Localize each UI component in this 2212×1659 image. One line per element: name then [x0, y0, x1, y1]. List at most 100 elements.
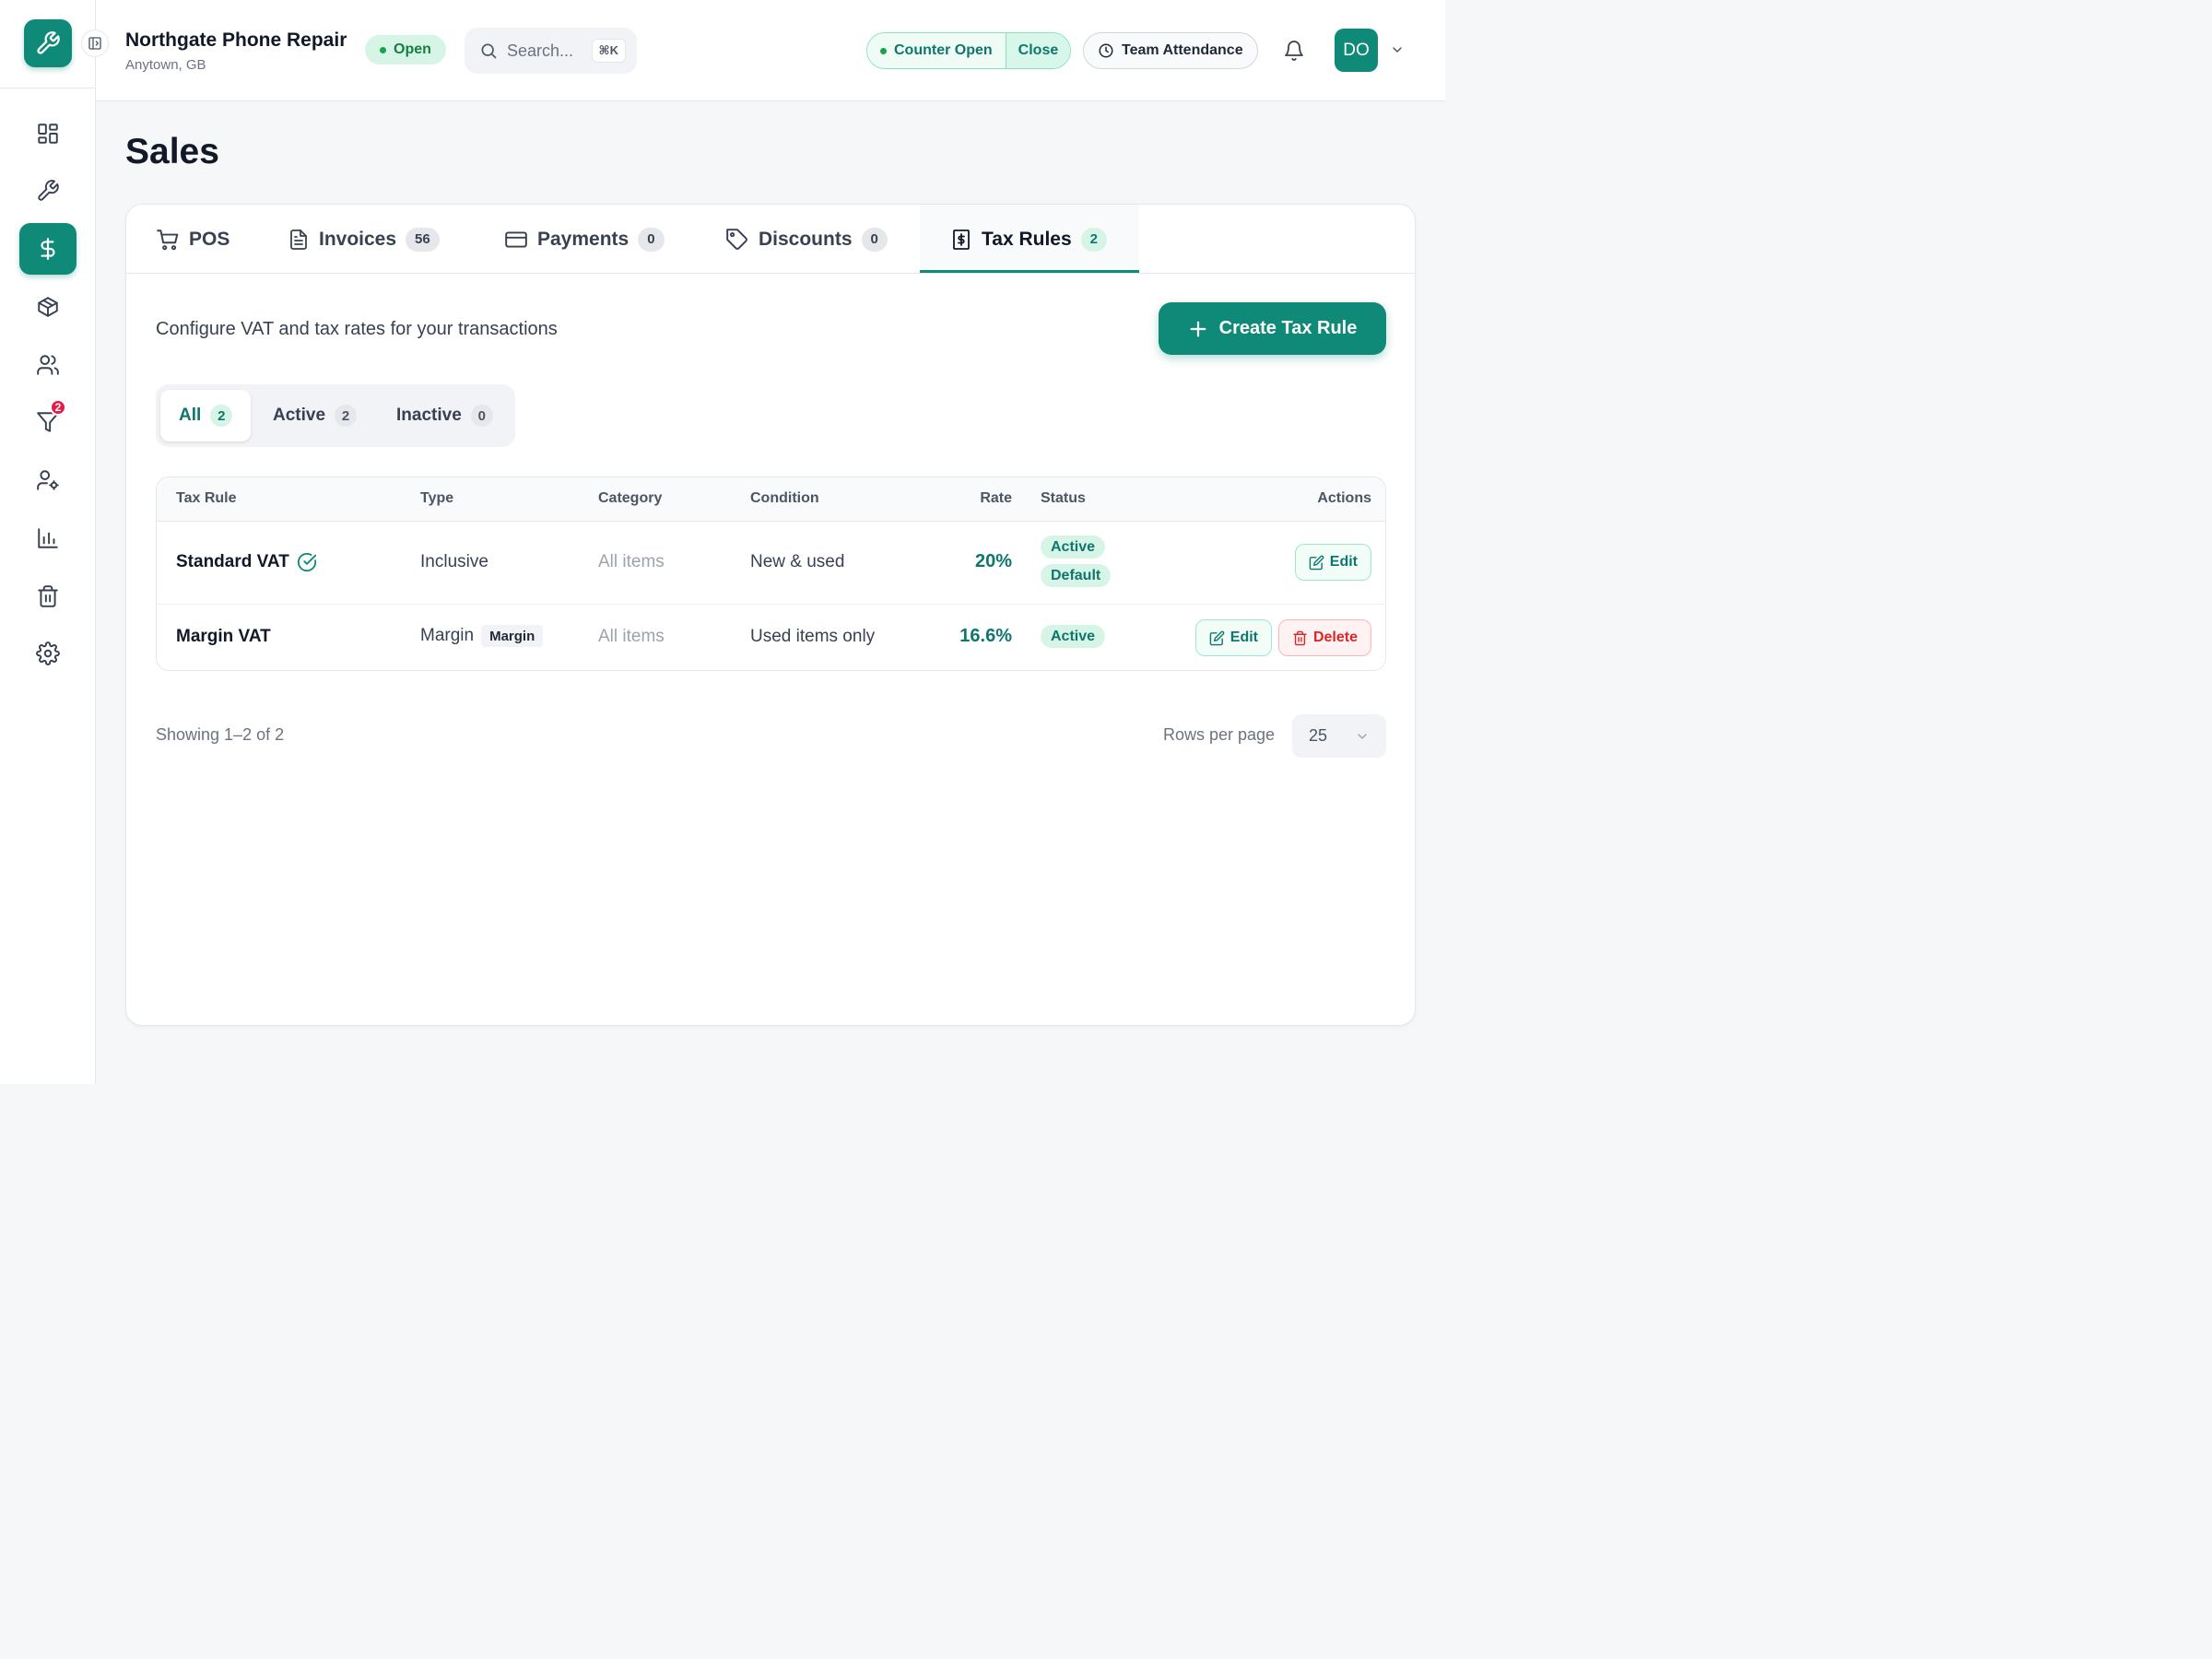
- tax-rule-name: Margin VAT: [176, 627, 271, 646]
- filter-inactive[interactable]: Inactive 0: [378, 390, 512, 441]
- search-placeholder: Search...: [507, 41, 574, 60]
- filter-label: All: [179, 406, 202, 425]
- tax-rule-rate: 16.6%: [959, 626, 1012, 646]
- type-tag: Margin: [481, 625, 544, 647]
- delete-button[interactable]: Delete: [1277, 619, 1371, 656]
- tab-count: 0: [638, 227, 665, 252]
- counter-status-label: Counter Open: [894, 42, 993, 58]
- column-header-actions: Actions: [1317, 490, 1371, 506]
- edit-label: Edit: [1329, 554, 1358, 570]
- tab-discounts[interactable]: Discounts 0: [725, 205, 888, 274]
- receipt-icon: [953, 229, 970, 250]
- create-tax-rule-button[interactable]: Create Tax Rule: [1159, 302, 1386, 355]
- sidebar-item-inventory[interactable]: [19, 281, 76, 333]
- tab-count: 0: [861, 227, 888, 252]
- tax-rule-category: All items: [598, 627, 665, 646]
- wrench-icon: [38, 180, 59, 201]
- tax-rule-rate: 20%: [974, 551, 1012, 571]
- cart-icon: [157, 229, 179, 250]
- sales-card: POS Invoices 56 Payments 0 Discounts 0 T…: [125, 204, 1416, 1026]
- user-settings-icon: [37, 470, 59, 490]
- shop-location: Anytown, GB: [125, 57, 206, 73]
- trash-icon: [1293, 630, 1307, 645]
- status-dot: [380, 46, 386, 53]
- tab-pos[interactable]: POS: [156, 205, 229, 274]
- tax-rule-condition: Used items only: [750, 627, 876, 646]
- delete-label: Delete: [1312, 629, 1358, 645]
- bar-chart-icon: [38, 528, 58, 548]
- sidebar-item-trash[interactable]: [19, 571, 76, 622]
- panel-toggle-icon: [88, 37, 101, 50]
- counter-close-button[interactable]: Close: [1006, 33, 1071, 68]
- user-avatar[interactable]: DO: [1335, 29, 1378, 72]
- bell-icon: [1285, 41, 1303, 61]
- counter-status-group: Counter Open Close: [866, 32, 1072, 69]
- tab-count: 56: [406, 227, 440, 252]
- app-logo[interactable]: [24, 19, 72, 67]
- document-icon: [290, 229, 307, 250]
- sidebar-item-staff[interactable]: [19, 454, 76, 506]
- tax-rule-name-text: Standard VAT: [176, 552, 289, 571]
- tax-rule-type-text: Margin: [420, 626, 475, 645]
- edit-icon: [1309, 555, 1324, 570]
- column-header-condition: Condition: [750, 490, 819, 506]
- chevron-down-icon: [1358, 733, 1367, 739]
- trash-icon: [38, 585, 58, 607]
- dollar-icon: [41, 238, 55, 260]
- sidebar-item-reports[interactable]: [19, 512, 76, 564]
- filter-count: 2: [210, 405, 233, 427]
- table-row[interactable]: Standard VAT Inclusive All items New & u…: [157, 522, 1385, 605]
- credit-card-icon: [505, 230, 527, 248]
- search-input[interactable]: Search... ⌘K: [465, 28, 637, 74]
- column-header-type: Type: [420, 490, 454, 506]
- sidebar: 2: [0, 0, 109, 1084]
- filter-label: Inactive: [396, 406, 462, 425]
- team-attendance-button[interactable]: Team Attendance: [1083, 32, 1258, 69]
- shop-status-label: Open: [394, 41, 431, 57]
- search-icon: [481, 43, 497, 59]
- table-row[interactable]: Margin VAT Margin Margin All items Used …: [157, 605, 1385, 670]
- tab-invoices[interactable]: Invoices 56: [288, 205, 440, 274]
- status-badge: Active: [1041, 625, 1106, 648]
- filter-count: 2: [335, 405, 358, 427]
- users-icon: [37, 355, 59, 375]
- filter-active[interactable]: Active 2: [254, 390, 375, 441]
- sidebar-item-customers[interactable]: [19, 339, 76, 391]
- filter-all[interactable]: All 2: [160, 390, 252, 441]
- tab-label: Tax Rules: [982, 228, 1072, 250]
- check-circle-icon: [297, 552, 316, 572]
- search-shortcut: ⌘K: [591, 39, 626, 63]
- sidebar-item-sales[interactable]: [19, 223, 76, 275]
- box-icon: [38, 297, 58, 317]
- create-tax-rule-label: Create Tax Rule: [1218, 318, 1358, 338]
- edit-button[interactable]: Edit: [1194, 619, 1272, 656]
- filter-label: Active: [273, 406, 326, 425]
- column-header-rate: Rate: [980, 490, 1012, 506]
- page-title: Sales: [125, 132, 219, 171]
- column-header-tax-rule: Tax Rule: [176, 490, 237, 506]
- tax-rule-name: Standard VAT: [176, 552, 317, 572]
- sidebar-item-settings[interactable]: [19, 628, 76, 679]
- notifications-button[interactable]: [1280, 37, 1308, 65]
- filter-count: 0: [470, 405, 493, 427]
- column-header-status: Status: [1041, 490, 1086, 506]
- sidebar-item-dashboard[interactable]: [19, 108, 76, 159]
- clock-icon: [1099, 43, 1113, 58]
- column-header-category: Category: [598, 490, 663, 506]
- sidebar-collapse-button[interactable]: [81, 29, 109, 57]
- tab-label: Discounts: [759, 228, 853, 250]
- tab-payments[interactable]: Payments 0: [504, 205, 665, 274]
- rows-per-page-select[interactable]: 25: [1292, 714, 1386, 758]
- tab-label: Invoices: [319, 228, 397, 250]
- user-menu-toggle[interactable]: [1388, 41, 1406, 59]
- tab-tax-rules[interactable]: Tax Rules 2: [950, 205, 1107, 274]
- dashboard-icon: [38, 124, 58, 144]
- edit-button[interactable]: Edit: [1294, 544, 1371, 581]
- default-badge: Default: [1041, 564, 1112, 587]
- rows-per-page-label: Rows per page: [1163, 725, 1276, 744]
- tax-rule-type: Margin Margin: [420, 625, 544, 647]
- tax-rules-table: Tax Rule Type Category Condition Rate St…: [156, 477, 1386, 671]
- tax-rules-description: Configure VAT and tax rates for your tra…: [156, 319, 558, 339]
- sidebar-item-repairs[interactable]: [19, 165, 76, 217]
- sidebar-item-leads[interactable]: 2: [19, 396, 76, 448]
